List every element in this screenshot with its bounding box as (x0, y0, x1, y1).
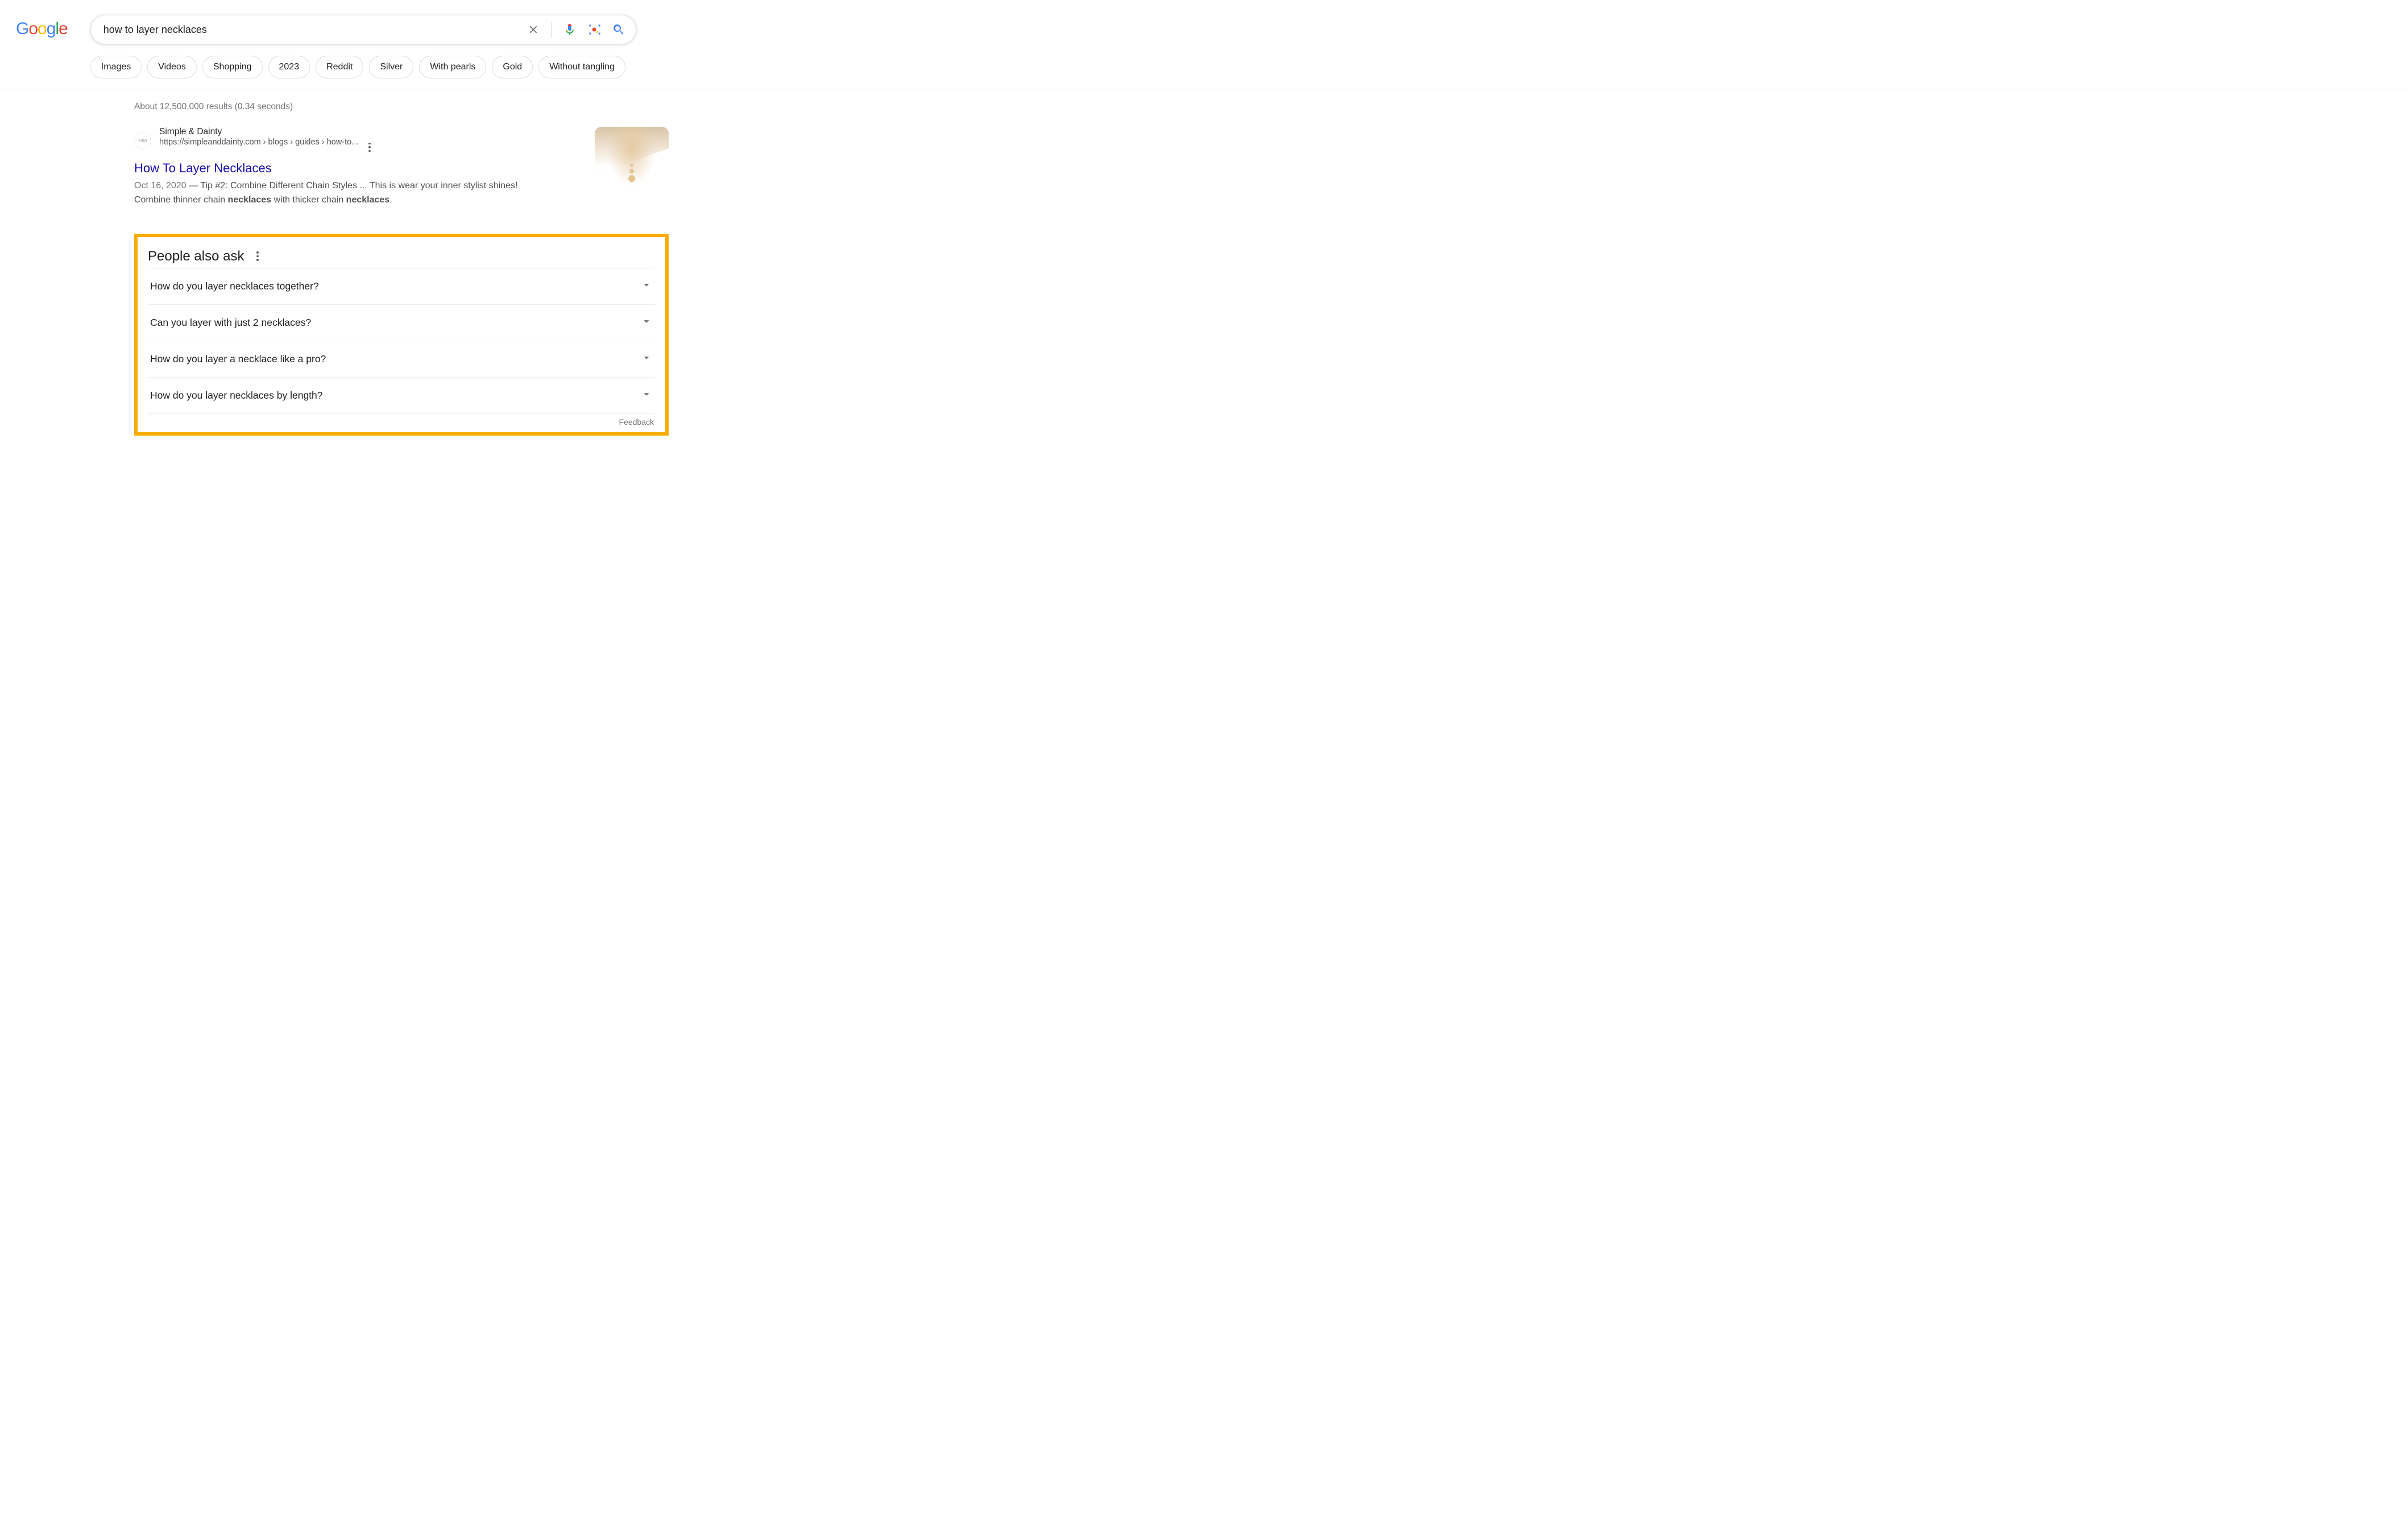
chevron-down-icon (640, 279, 653, 294)
result-site-row: s&d Simple & Dainty https://simpleanddai… (134, 127, 573, 154)
results-area: About 12,500,000 results (0.34 seconds) … (134, 89, 669, 436)
google-logo[interactable]: Google (16, 19, 68, 39)
header: Google Images Videos (0, 0, 2408, 78)
paa-footer: Feedback (148, 413, 655, 427)
search-bar-icons (527, 22, 625, 38)
search-result: s&d Simple & Dainty https://simpleanddai… (134, 127, 669, 208)
snippet-keyword-1: necklaces (228, 195, 272, 205)
chevron-down-icon (640, 351, 653, 367)
paa-feedback-link[interactable]: Feedback (619, 417, 654, 427)
paa-item[interactable]: How do you layer necklaces together? (148, 268, 655, 304)
paa-header: People also ask (148, 249, 655, 264)
snippet-text-2: with thicker chain (271, 195, 346, 205)
lens-icon[interactable] (587, 22, 602, 37)
result-site-info: Simple & Dainty https://simpleanddainty.… (159, 127, 373, 154)
chip-images[interactable]: Images (90, 56, 142, 78)
paa-question: How do you layer a necklace like a pro? (150, 353, 326, 365)
result-main: s&d Simple & Dainty https://simpleanddai… (134, 127, 573, 208)
snippet-keyword-2: necklaces (346, 195, 390, 205)
paa-question: How do you layer necklaces together? (150, 280, 319, 292)
chevron-down-icon (640, 315, 653, 330)
filter-chips: Images Videos Shopping 2023 Reddit Silve… (90, 56, 636, 78)
snippet-dash: — (189, 181, 200, 191)
chevron-down-icon (640, 388, 653, 403)
chip-reddit[interactable]: Reddit (316, 56, 363, 78)
paa-item[interactable]: How do you layer necklaces by length? (148, 377, 655, 413)
people-also-ask-box: People also ask How do you layer necklac… (134, 234, 669, 436)
result-date: Oct 16, 2020 (134, 181, 186, 191)
clear-icon[interactable] (527, 23, 540, 36)
result-snippet: Oct 16, 2020 — Tip #2: Combine Different… (134, 179, 532, 208)
chip-with-pearls[interactable]: With pearls (419, 56, 486, 78)
search-input[interactable] (103, 24, 527, 36)
chip-silver[interactable]: Silver (369, 56, 413, 78)
mic-icon[interactable] (563, 23, 577, 36)
paa-item[interactable]: Can you layer with just 2 necklaces? (148, 304, 655, 341)
chip-without-tangling[interactable]: Without tangling (538, 56, 625, 78)
result-title[interactable]: How To Layer Necklaces (134, 161, 272, 176)
paa-more-icon[interactable] (254, 249, 261, 263)
search-icon[interactable] (612, 23, 625, 36)
result-stats: About 12,500,000 results (0.34 seconds) (134, 102, 669, 112)
chip-2023[interactable]: 2023 (268, 56, 310, 78)
divider (551, 22, 552, 38)
search-column: Images Videos Shopping 2023 Reddit Silve… (90, 15, 636, 78)
paa-question: How do you layer necklaces by length? (150, 390, 323, 401)
chip-shopping[interactable]: Shopping (202, 56, 263, 78)
result-favicon: s&d (134, 132, 151, 149)
paa-title: People also ask (148, 249, 244, 264)
result-url: https://simpleanddainty.com › blogs › gu… (159, 138, 358, 147)
result-site-name: Simple & Dainty (159, 127, 373, 137)
paa-question: Can you layer with just 2 necklaces? (150, 317, 311, 329)
chip-videos[interactable]: Videos (147, 56, 197, 78)
snippet-text-3: . (389, 195, 392, 205)
result-more-icon[interactable] (366, 140, 373, 155)
chip-gold[interactable]: Gold (492, 56, 533, 78)
paa-item[interactable]: How do you layer a necklace like a pro? (148, 341, 655, 377)
search-bar (90, 15, 636, 44)
result-thumbnail[interactable] (595, 127, 669, 201)
